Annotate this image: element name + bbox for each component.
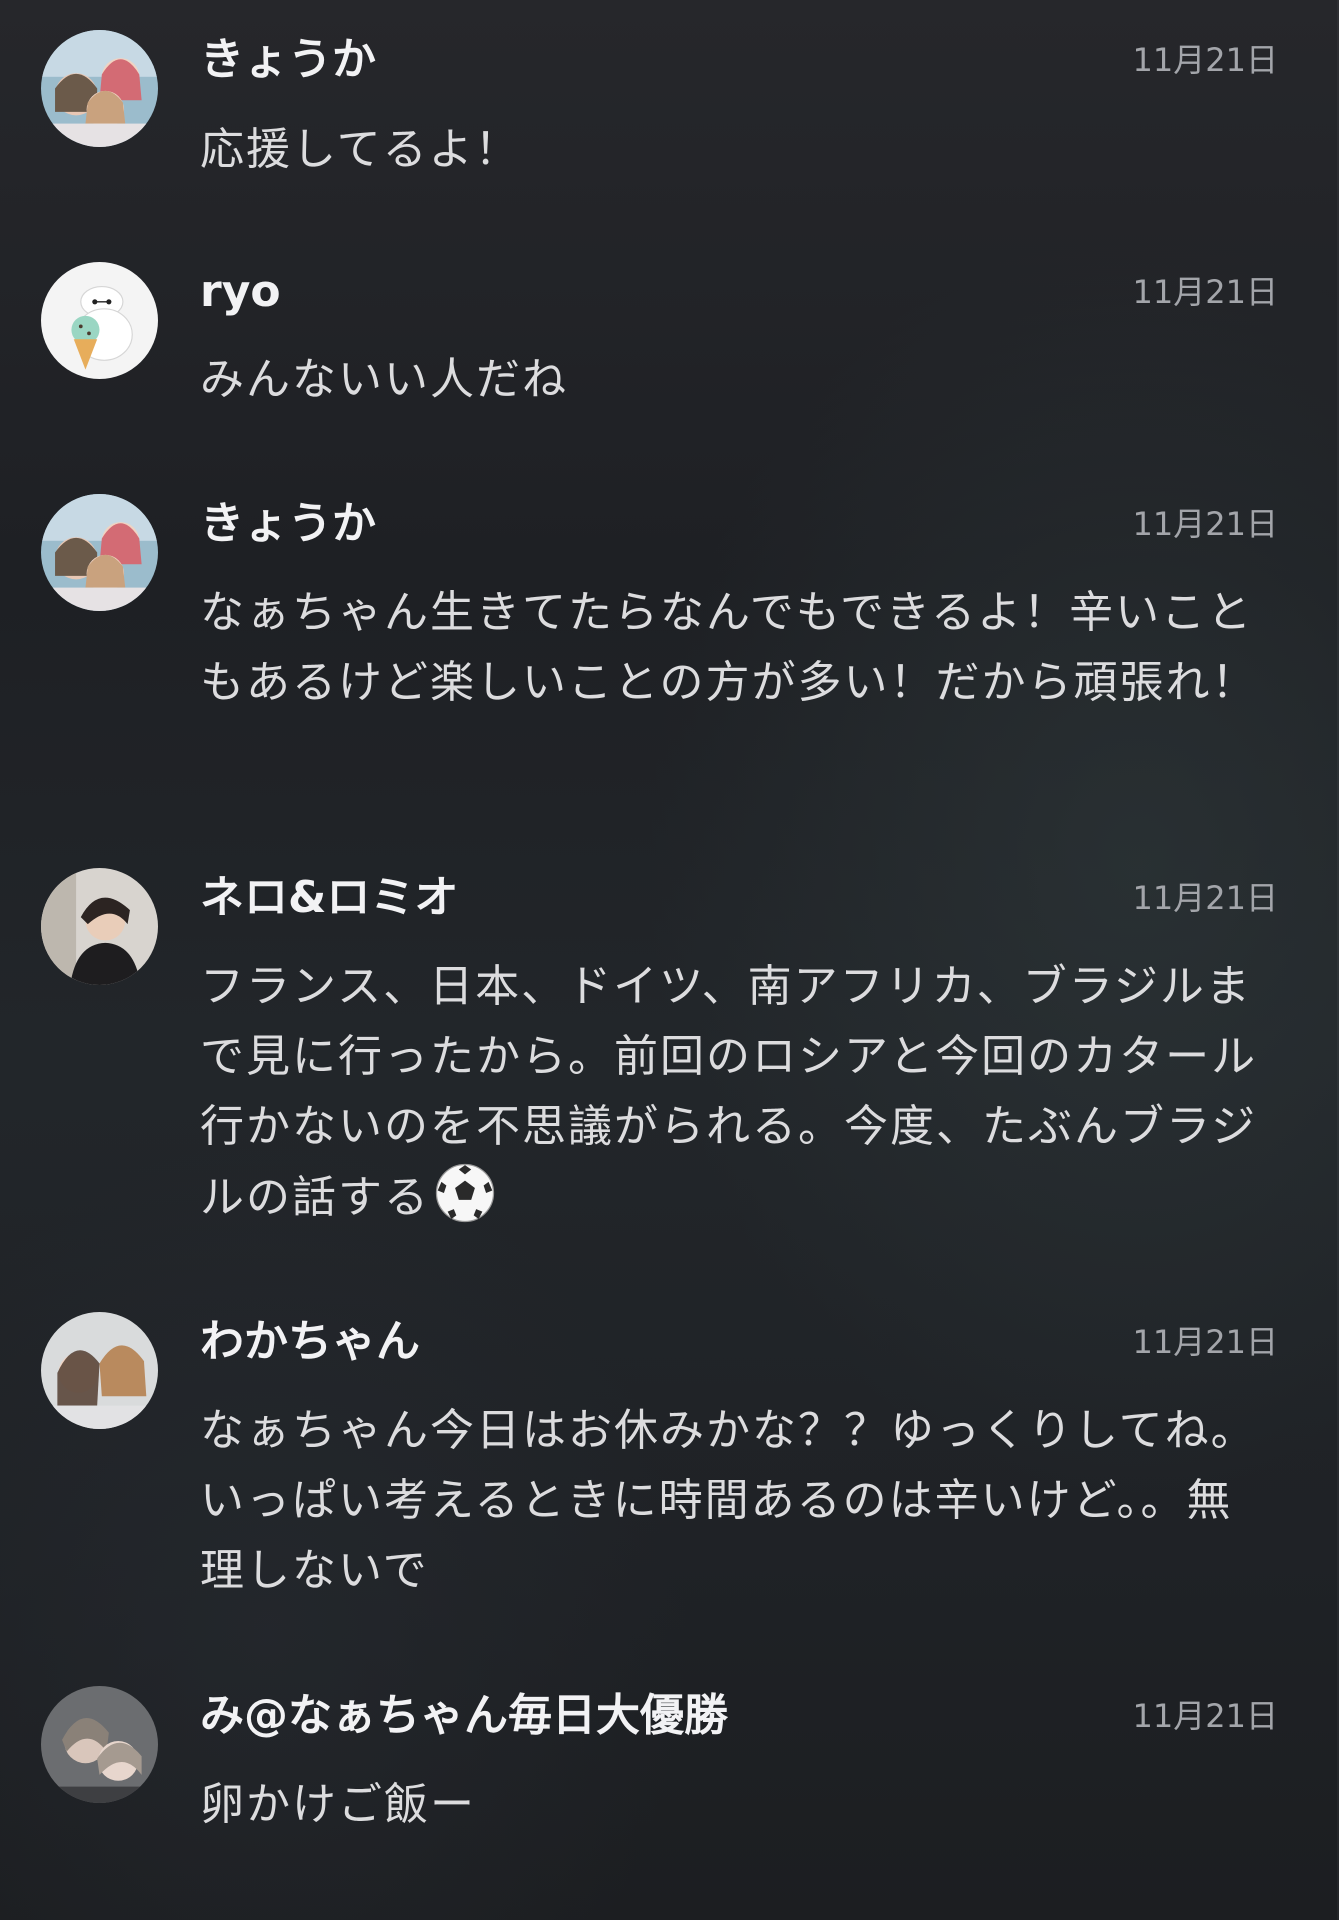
comment-date: 11月21日 <box>1132 41 1278 79</box>
comment-date: 11月21日 <box>1132 1697 1278 1735</box>
comment-date: 11月21日 <box>1132 273 1278 311</box>
comment-username[interactable]: ryo <box>200 264 281 320</box>
soccer-ball-icon <box>435 1163 495 1223</box>
comment-text-body: フランス、日本、ドイツ、南アフリカ、ブラジルまで見に行ったから。前回のロシアと今… <box>200 961 1258 1223</box>
comment-date: 11月21日 <box>1132 879 1278 917</box>
person-photo-avatar-icon <box>41 868 158 985</box>
comment-date: 11月21日 <box>1132 1323 1278 1361</box>
user-avatar[interactable] <box>41 868 158 985</box>
group-photo-avatar-icon <box>41 30 158 147</box>
comment-text: みんないい人だね <box>200 354 568 405</box>
user-avatar[interactable] <box>41 1312 158 1429</box>
group-photo-avatar-icon <box>41 494 158 611</box>
robot-icecream-avatar-icon <box>41 262 158 379</box>
comment-text: フランス、日本、ドイツ、南アフリカ、ブラジルまで見に行ったから。前回のロシアと今… <box>200 952 1260 1233</box>
comment-text: 応援してるよ！ <box>200 124 521 175</box>
user-avatar[interactable] <box>41 262 158 379</box>
user-avatar[interactable] <box>41 494 158 611</box>
comment-username[interactable]: わかちゃん <box>200 1314 420 1370</box>
comment-text: なぁちゃん今日はお休みかな？？ゆっくりしてね。 いっぱい考えるときに時間あるのは… <box>200 1405 1257 1596</box>
comment-text: なぁちゃん生きてたらなんでもできるよ！辛いこともあるけど楽しいことの方が多い！だ… <box>200 587 1258 708</box>
user-avatar[interactable] <box>41 30 158 147</box>
comment-username[interactable]: きょうか <box>200 496 376 552</box>
comment-username[interactable]: ネロ&ロミオ <box>200 870 458 926</box>
duo-photo-avatar-icon <box>41 1686 158 1803</box>
comment-username[interactable]: み@なぁちゃん毎日大優勝 <box>200 1688 728 1744</box>
comment-date: 11月21日 <box>1132 505 1278 543</box>
comment-username[interactable]: きょうか <box>200 32 376 88</box>
user-avatar[interactable] <box>41 1686 158 1803</box>
duo-photo-avatar-icon <box>41 1312 158 1429</box>
comment-text: 卵かけご飯ー <box>200 1779 476 1830</box>
